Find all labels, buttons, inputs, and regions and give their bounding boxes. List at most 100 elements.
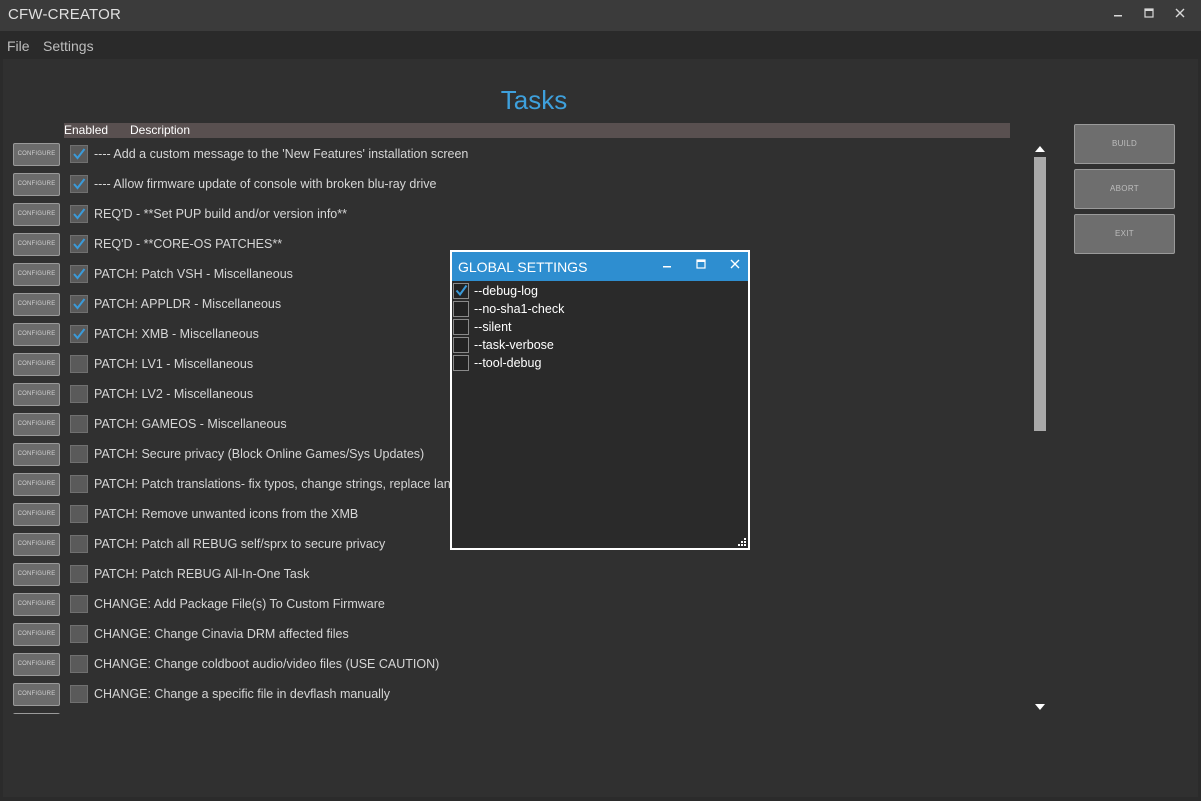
scroll-down-arrow-icon[interactable] xyxy=(1034,701,1046,713)
scroll-up-arrow-icon[interactable] xyxy=(1034,143,1046,155)
setting-label: --no-sha1-check xyxy=(474,302,565,316)
task-enabled-checkbox[interactable] xyxy=(70,625,88,643)
task-description: REQ'D - **Set PUP build and/or version i… xyxy=(94,207,347,221)
checkmark-icon xyxy=(73,208,86,220)
task-enabled-checkbox[interactable] xyxy=(70,595,88,613)
dialog-title: GLOBAL SETTINGS xyxy=(458,259,588,275)
task-enabled-checkbox[interactable] xyxy=(70,475,88,493)
task-description: PATCH: LV1 - Miscellaneous xyxy=(94,357,254,371)
dialog-title-bar[interactable]: GLOBAL SETTINGS xyxy=(452,252,748,281)
configure-button[interactable]: CONFIGURE xyxy=(13,353,60,376)
dialog-minimize-button[interactable] xyxy=(658,257,676,275)
task-enabled-checkbox[interactable] xyxy=(70,415,88,433)
task-enabled-checkbox[interactable] xyxy=(70,325,88,343)
grid-header: Enabled Description xyxy=(64,123,1010,138)
setting-checkbox[interactable] xyxy=(453,283,469,299)
task-row: CONFIGURE CHANGE: Add Package File(s) To … xyxy=(0,592,1020,622)
configure-button[interactable]: CONFIGURE xyxy=(13,503,60,526)
task-description: CHANGE: Change a specific file in devfla… xyxy=(94,687,390,701)
checkmark-icon xyxy=(455,284,468,297)
configure-button[interactable]: CONFIGURE xyxy=(13,413,60,436)
task-enabled-checkbox[interactable] xyxy=(70,235,88,253)
checkmark-icon xyxy=(73,148,86,160)
task-enabled-checkbox[interactable] xyxy=(70,265,88,283)
configure-button[interactable]: CONFIGURE xyxy=(13,653,60,676)
task-description: CHANGE: Change coldboot audio/video file… xyxy=(94,657,440,671)
configure-button[interactable]: CONFIGURE xyxy=(13,533,60,556)
task-enabled-checkbox[interactable] xyxy=(70,505,88,523)
setting-checkbox[interactable] xyxy=(453,301,469,317)
task-enabled-checkbox[interactable] xyxy=(70,565,88,583)
configure-button[interactable] xyxy=(13,713,60,714)
dialog-maximize-button[interactable] xyxy=(692,257,710,275)
configure-button[interactable]: CONFIGURE xyxy=(13,683,60,706)
task-enabled-checkbox[interactable] xyxy=(70,385,88,403)
configure-button[interactable]: CONFIGURE xyxy=(13,473,60,496)
task-description: PATCH: Patch VSH - Miscellaneous xyxy=(94,267,293,281)
task-enabled-checkbox[interactable] xyxy=(70,145,88,163)
task-enabled-checkbox[interactable] xyxy=(70,655,88,673)
task-description: PATCH: Patch REBUG All-In-One Task xyxy=(94,567,310,581)
configure-button[interactable]: CONFIGURE xyxy=(13,563,60,586)
task-description: PATCH: LV2 - Miscellaneous xyxy=(94,387,254,401)
task-enabled-checkbox[interactable] xyxy=(70,535,88,553)
global-settings-dialog: GLOBAL SETTINGS --debug-log --no-sha1-che… xyxy=(450,250,750,550)
setting-checkbox[interactable] xyxy=(453,355,469,371)
configure-button[interactable]: CONFIGURE xyxy=(13,323,60,346)
setting-option: --task-verbose xyxy=(452,336,748,354)
task-row: CONFIGURE CHANGE: Change coldboot audio/v… xyxy=(0,652,1020,682)
menu-file[interactable]: File xyxy=(7,38,30,54)
setting-label: --debug-log xyxy=(474,284,538,298)
checkmark-icon xyxy=(73,298,86,310)
configure-button[interactable]: CONFIGURE xyxy=(13,623,60,646)
checkmark-icon xyxy=(73,238,86,250)
exit-button[interactable]: EXIT xyxy=(1074,214,1175,254)
task-enabled-checkbox[interactable] xyxy=(70,355,88,373)
task-row: CONFIGURE PATCH: Patch REBUG All-In-One T… xyxy=(0,562,1020,592)
configure-button[interactable]: CONFIGURE xyxy=(13,383,60,406)
task-description: REQ'D - **CORE-OS PATCHES** xyxy=(94,237,283,251)
configure-button[interactable]: CONFIGURE xyxy=(13,263,60,286)
task-description: PATCH: Patch all REBUG self/sprx to secu… xyxy=(94,537,386,551)
task-row: CONFIGURE CHANGE: Change a specific file … xyxy=(0,682,1020,712)
task-description: ---- Add a custom message to the 'New Fe… xyxy=(94,147,469,161)
build-button[interactable]: BUILD xyxy=(1074,124,1175,164)
close-button[interactable] xyxy=(1169,5,1191,25)
configure-button[interactable]: CONFIGURE xyxy=(13,233,60,256)
column-description[interactable]: Description xyxy=(130,123,190,138)
setting-checkbox[interactable] xyxy=(453,337,469,353)
resize-grip-icon[interactable] xyxy=(737,537,747,547)
minimize-button[interactable] xyxy=(1107,5,1129,25)
close-icon xyxy=(730,259,740,269)
dialog-close-button[interactable] xyxy=(726,257,744,275)
configure-button[interactable]: CONFIGURE xyxy=(13,143,60,166)
task-description: CHANGE: Add Package File(s) To Custom Fi… xyxy=(94,597,385,611)
task-description: PATCH: GAMEOS - Miscellaneous xyxy=(94,417,287,431)
task-enabled-checkbox[interactable] xyxy=(70,685,88,703)
configure-button[interactable]: CONFIGURE xyxy=(13,203,60,226)
setting-label: --silent xyxy=(474,320,512,334)
task-enabled-checkbox[interactable] xyxy=(70,175,88,193)
configure-button[interactable]: CONFIGURE xyxy=(13,173,60,196)
maximize-button[interactable] xyxy=(1138,5,1160,25)
setting-checkbox[interactable] xyxy=(453,319,469,335)
task-enabled-checkbox[interactable] xyxy=(70,205,88,223)
menu-bar: File Settings xyxy=(0,31,1201,59)
task-row: CONFIGURE REQ'D - **Set PUP build and/or … xyxy=(0,202,1020,232)
configure-button[interactable]: CONFIGURE xyxy=(13,593,60,616)
task-enabled-checkbox[interactable] xyxy=(70,295,88,313)
setting-label: --tool-debug xyxy=(474,356,542,370)
configure-button[interactable]: CONFIGURE xyxy=(13,293,60,316)
scrollbar-thumb[interactable] xyxy=(1034,157,1046,431)
setting-option: --no-sha1-check xyxy=(452,300,748,318)
title-bar[interactable]: CFW-CREATOR xyxy=(0,0,1201,31)
configure-button[interactable]: CONFIGURE xyxy=(13,443,60,466)
column-enabled[interactable]: Enabled xyxy=(64,123,108,138)
minimize-icon xyxy=(663,266,671,268)
task-enabled-checkbox[interactable] xyxy=(70,445,88,463)
setting-option: --tool-debug xyxy=(452,354,748,372)
abort-button[interactable]: ABORT xyxy=(1074,169,1175,209)
menu-settings[interactable]: Settings xyxy=(43,38,94,54)
task-row: CONFIGURE CHANGE: Change Cinavia DRM affe… xyxy=(0,622,1020,652)
task-row: CONFIGURE ---- Allow firmware update of c… xyxy=(0,172,1020,202)
